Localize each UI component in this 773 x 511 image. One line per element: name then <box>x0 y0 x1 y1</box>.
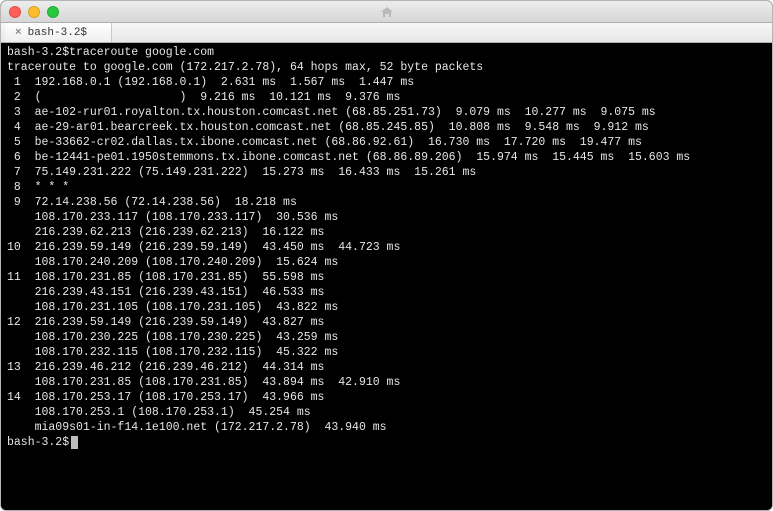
close-icon[interactable] <box>9 6 21 18</box>
titlebar[interactable] <box>1 1 772 23</box>
tab-bash[interactable]: × bash-3.2$ <box>5 23 112 42</box>
final-prompt-line: bash-3.2$ <box>7 435 766 450</box>
trace-output: 1 192.168.0.1 (192.168.0.1) 2.631 ms 1.5… <box>7 76 690 434</box>
tabbar: × bash-3.2$ <box>1 23 772 43</box>
tab-label: bash-3.2$ <box>28 27 87 39</box>
tab-close-icon[interactable]: × <box>15 27 22 39</box>
prompt-text: bash-3.2$ <box>7 45 69 60</box>
prompt-line: bash-3.2$ traceroute google.com <box>7 45 766 60</box>
terminal-body[interactable]: bash-3.2$ traceroute google.comtracerout… <box>1 43 772 510</box>
trace-header: traceroute to google.com (172.217.2.78),… <box>7 61 483 74</box>
traffic-lights <box>9 6 59 18</box>
home-icon <box>380 6 394 18</box>
title-center <box>1 1 772 22</box>
terminal-window: × bash-3.2$ bash-3.2$ traceroute google.… <box>0 0 773 511</box>
zoom-icon[interactable] <box>47 6 59 18</box>
final-prompt-text: bash-3.2$ <box>7 435 69 450</box>
command-text: traceroute google.com <box>69 45 214 60</box>
minimize-icon[interactable] <box>28 6 40 18</box>
cursor <box>71 436 78 449</box>
